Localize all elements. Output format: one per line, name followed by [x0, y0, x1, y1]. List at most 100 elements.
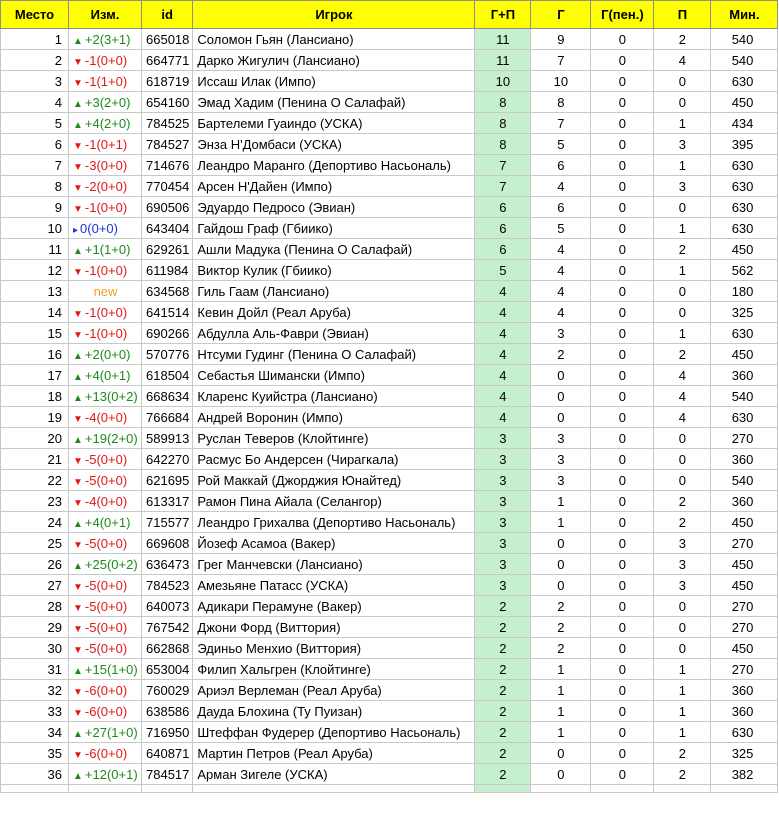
- cell-change[interactable]: ▼ -6(0+0): [68, 700, 142, 722]
- cell-penalty-goals[interactable]: 0: [590, 343, 655, 365]
- cell-penalty-goals[interactable]: 0: [590, 721, 655, 743]
- cell-change[interactable]: ▼ -1(0+0): [68, 49, 142, 71]
- cell-change[interactable]: ▼ -4(0+0): [68, 406, 142, 428]
- cell-goals[interactable]: 3: [530, 427, 592, 449]
- cell-passes[interactable]: 0: [653, 427, 712, 449]
- cell-penalty-goals[interactable]: 0: [590, 763, 655, 785]
- cell-goals-plus-passes[interactable]: 4: [474, 301, 532, 323]
- cell-goals-plus-passes[interactable]: 3: [474, 448, 532, 470]
- cell-penalty-goals[interactable]: 0: [590, 322, 655, 344]
- cell-minutes[interactable]: 270: [710, 427, 779, 449]
- cell-player[interactable]: Себастья Шимански (Импо): [192, 364, 476, 386]
- cell-place[interactable]: 5: [0, 112, 69, 134]
- cell-change[interactable]: ▲ +4(2+0): [68, 112, 142, 134]
- cell-penalty-goals[interactable]: 0: [590, 637, 655, 659]
- cell-minutes[interactable]: 630: [710, 406, 779, 428]
- cell-minutes[interactable]: 630: [710, 154, 779, 176]
- cell-passes[interactable]: 0: [653, 91, 712, 113]
- cell-place[interactable]: 4: [0, 91, 69, 113]
- cell-goals[interactable]: 4: [530, 175, 592, 197]
- cell-passes[interactable]: 1: [653, 721, 712, 743]
- cell-player[interactable]: Бартелеми Гуаиндо (УСКА): [192, 112, 476, 134]
- cell-change[interactable]: ▼ -1(0+1): [68, 133, 142, 155]
- cell-place[interactable]: 10: [0, 217, 69, 239]
- cell-passes[interactable]: 0: [653, 637, 712, 659]
- cell-goals[interactable]: 1: [530, 700, 592, 722]
- cell-place[interactable]: 1: [0, 28, 69, 50]
- cell-change[interactable]: ▲ +4(0+1): [68, 364, 142, 386]
- cell-id[interactable]: 760029: [140, 679, 194, 701]
- cell-passes[interactable]: 2: [653, 490, 712, 512]
- cell-player[interactable]: Дауда Блохина (Ту Пуизан): [192, 700, 476, 722]
- cell-change[interactable]: ▼ -5(0+0): [68, 616, 142, 638]
- header-id[interactable]: id: [140, 0, 194, 29]
- cell-goals[interactable]: 3: [530, 322, 592, 344]
- cell-goals-plus-passes[interactable]: 4: [474, 343, 532, 365]
- cell-goals-plus-passes[interactable]: 6: [474, 196, 532, 218]
- cell-place[interactable]: 35: [0, 742, 69, 764]
- cell-passes[interactable]: 1: [653, 259, 712, 281]
- cell-place[interactable]: 32: [0, 679, 69, 701]
- cell-player[interactable]: Ашли Мадука (Пенина О Салафай): [192, 238, 476, 260]
- cell-penalty-goals[interactable]: 0: [590, 91, 655, 113]
- cell-goals-plus-passes[interactable]: 3: [474, 490, 532, 512]
- cell-minutes[interactable]: 360: [710, 490, 779, 512]
- cell-player[interactable]: Абдулла Аль-Фаври (Эвиан): [192, 322, 476, 344]
- cell-goals-plus-passes[interactable]: 4: [474, 385, 532, 407]
- cell-minutes[interactable]: 450: [710, 637, 779, 659]
- cell-place[interactable]: 19: [0, 406, 69, 428]
- cell-penalty-goals[interactable]: 0: [590, 280, 655, 302]
- cell-penalty-goals[interactable]: 0: [590, 133, 655, 155]
- cell-penalty-goals[interactable]: 0: [590, 511, 655, 533]
- cell-id[interactable]: 642270: [140, 448, 194, 470]
- cell-goals-plus-passes[interactable]: 11: [474, 28, 532, 50]
- cell-place[interactable]: 26: [0, 553, 69, 575]
- cell-passes[interactable]: 3: [653, 175, 712, 197]
- cell-id[interactable]: 784527: [140, 133, 194, 155]
- cell-player[interactable]: Кевин Дойл (Реал Аруба): [192, 301, 476, 323]
- cell-goals[interactable]: 3: [530, 448, 592, 470]
- cell-goals[interactable]: 1: [530, 511, 592, 533]
- cell-minutes[interactable]: 360: [710, 448, 779, 470]
- cell-id[interactable]: 618719: [140, 70, 194, 92]
- cell-goals[interactable]: 2: [530, 637, 592, 659]
- cell-penalty-goals[interactable]: 0: [590, 406, 655, 428]
- cell-passes[interactable]: 3: [653, 133, 712, 155]
- cell-player[interactable]: Виктор Кулик (Гбиико): [192, 259, 476, 281]
- cell-id[interactable]: 641514: [140, 301, 194, 323]
- cell-id[interactable]: 770454: [140, 175, 194, 197]
- cell-player[interactable]: Руслан Теверов (Клойтинге): [192, 427, 476, 449]
- cell-change[interactable]: ▼ -6(0+0): [68, 742, 142, 764]
- cell-goals-plus-passes[interactable]: 7: [474, 154, 532, 176]
- cell-player[interactable]: Арсен Н'Дайен (Импо): [192, 175, 476, 197]
- cell-place[interactable]: 30: [0, 637, 69, 659]
- cell-minutes[interactable]: 270: [710, 595, 779, 617]
- cell-minutes[interactable]: 630: [710, 175, 779, 197]
- cell-passes[interactable]: 0: [653, 595, 712, 617]
- cell-goals[interactable]: 9: [530, 28, 592, 50]
- cell-goals-plus-passes[interactable]: 6: [474, 217, 532, 239]
- cell-minutes[interactable]: 450: [710, 91, 779, 113]
- cell-place[interactable]: 13: [0, 280, 69, 302]
- cell-goals[interactable]: 10: [530, 70, 592, 92]
- cell-id[interactable]: 618504: [140, 364, 194, 386]
- cell-goals[interactable]: 0: [530, 406, 592, 428]
- cell-place[interactable]: 28: [0, 595, 69, 617]
- cell-passes[interactable]: 0: [653, 70, 712, 92]
- cell-minutes[interactable]: 270: [710, 616, 779, 638]
- cell-player[interactable]: Эмад Хадим (Пенина О Салафай): [192, 91, 476, 113]
- cell-goals-plus-passes[interactable]: 6: [474, 238, 532, 260]
- cell-penalty-goals[interactable]: 0: [590, 427, 655, 449]
- cell-penalty-goals[interactable]: 0: [590, 469, 655, 491]
- cell-goals-plus-passes[interactable]: 3: [474, 511, 532, 533]
- cell-id[interactable]: 662868: [140, 637, 194, 659]
- cell-player[interactable]: Адикари Перамуне (Вакер): [192, 595, 476, 617]
- cell-goals[interactable]: 0: [530, 763, 592, 785]
- cell-passes[interactable]: 0: [653, 448, 712, 470]
- cell-id[interactable]: 784517: [140, 763, 194, 785]
- cell-id[interactable]: 611984: [140, 259, 194, 281]
- cell-goals-plus-passes[interactable]: 3: [474, 469, 532, 491]
- cell-player[interactable]: Леандро Грихалва (Депортиво Насьональ): [192, 511, 476, 533]
- cell-place[interactable]: 20: [0, 427, 69, 449]
- cell-goals[interactable]: 0: [530, 574, 592, 596]
